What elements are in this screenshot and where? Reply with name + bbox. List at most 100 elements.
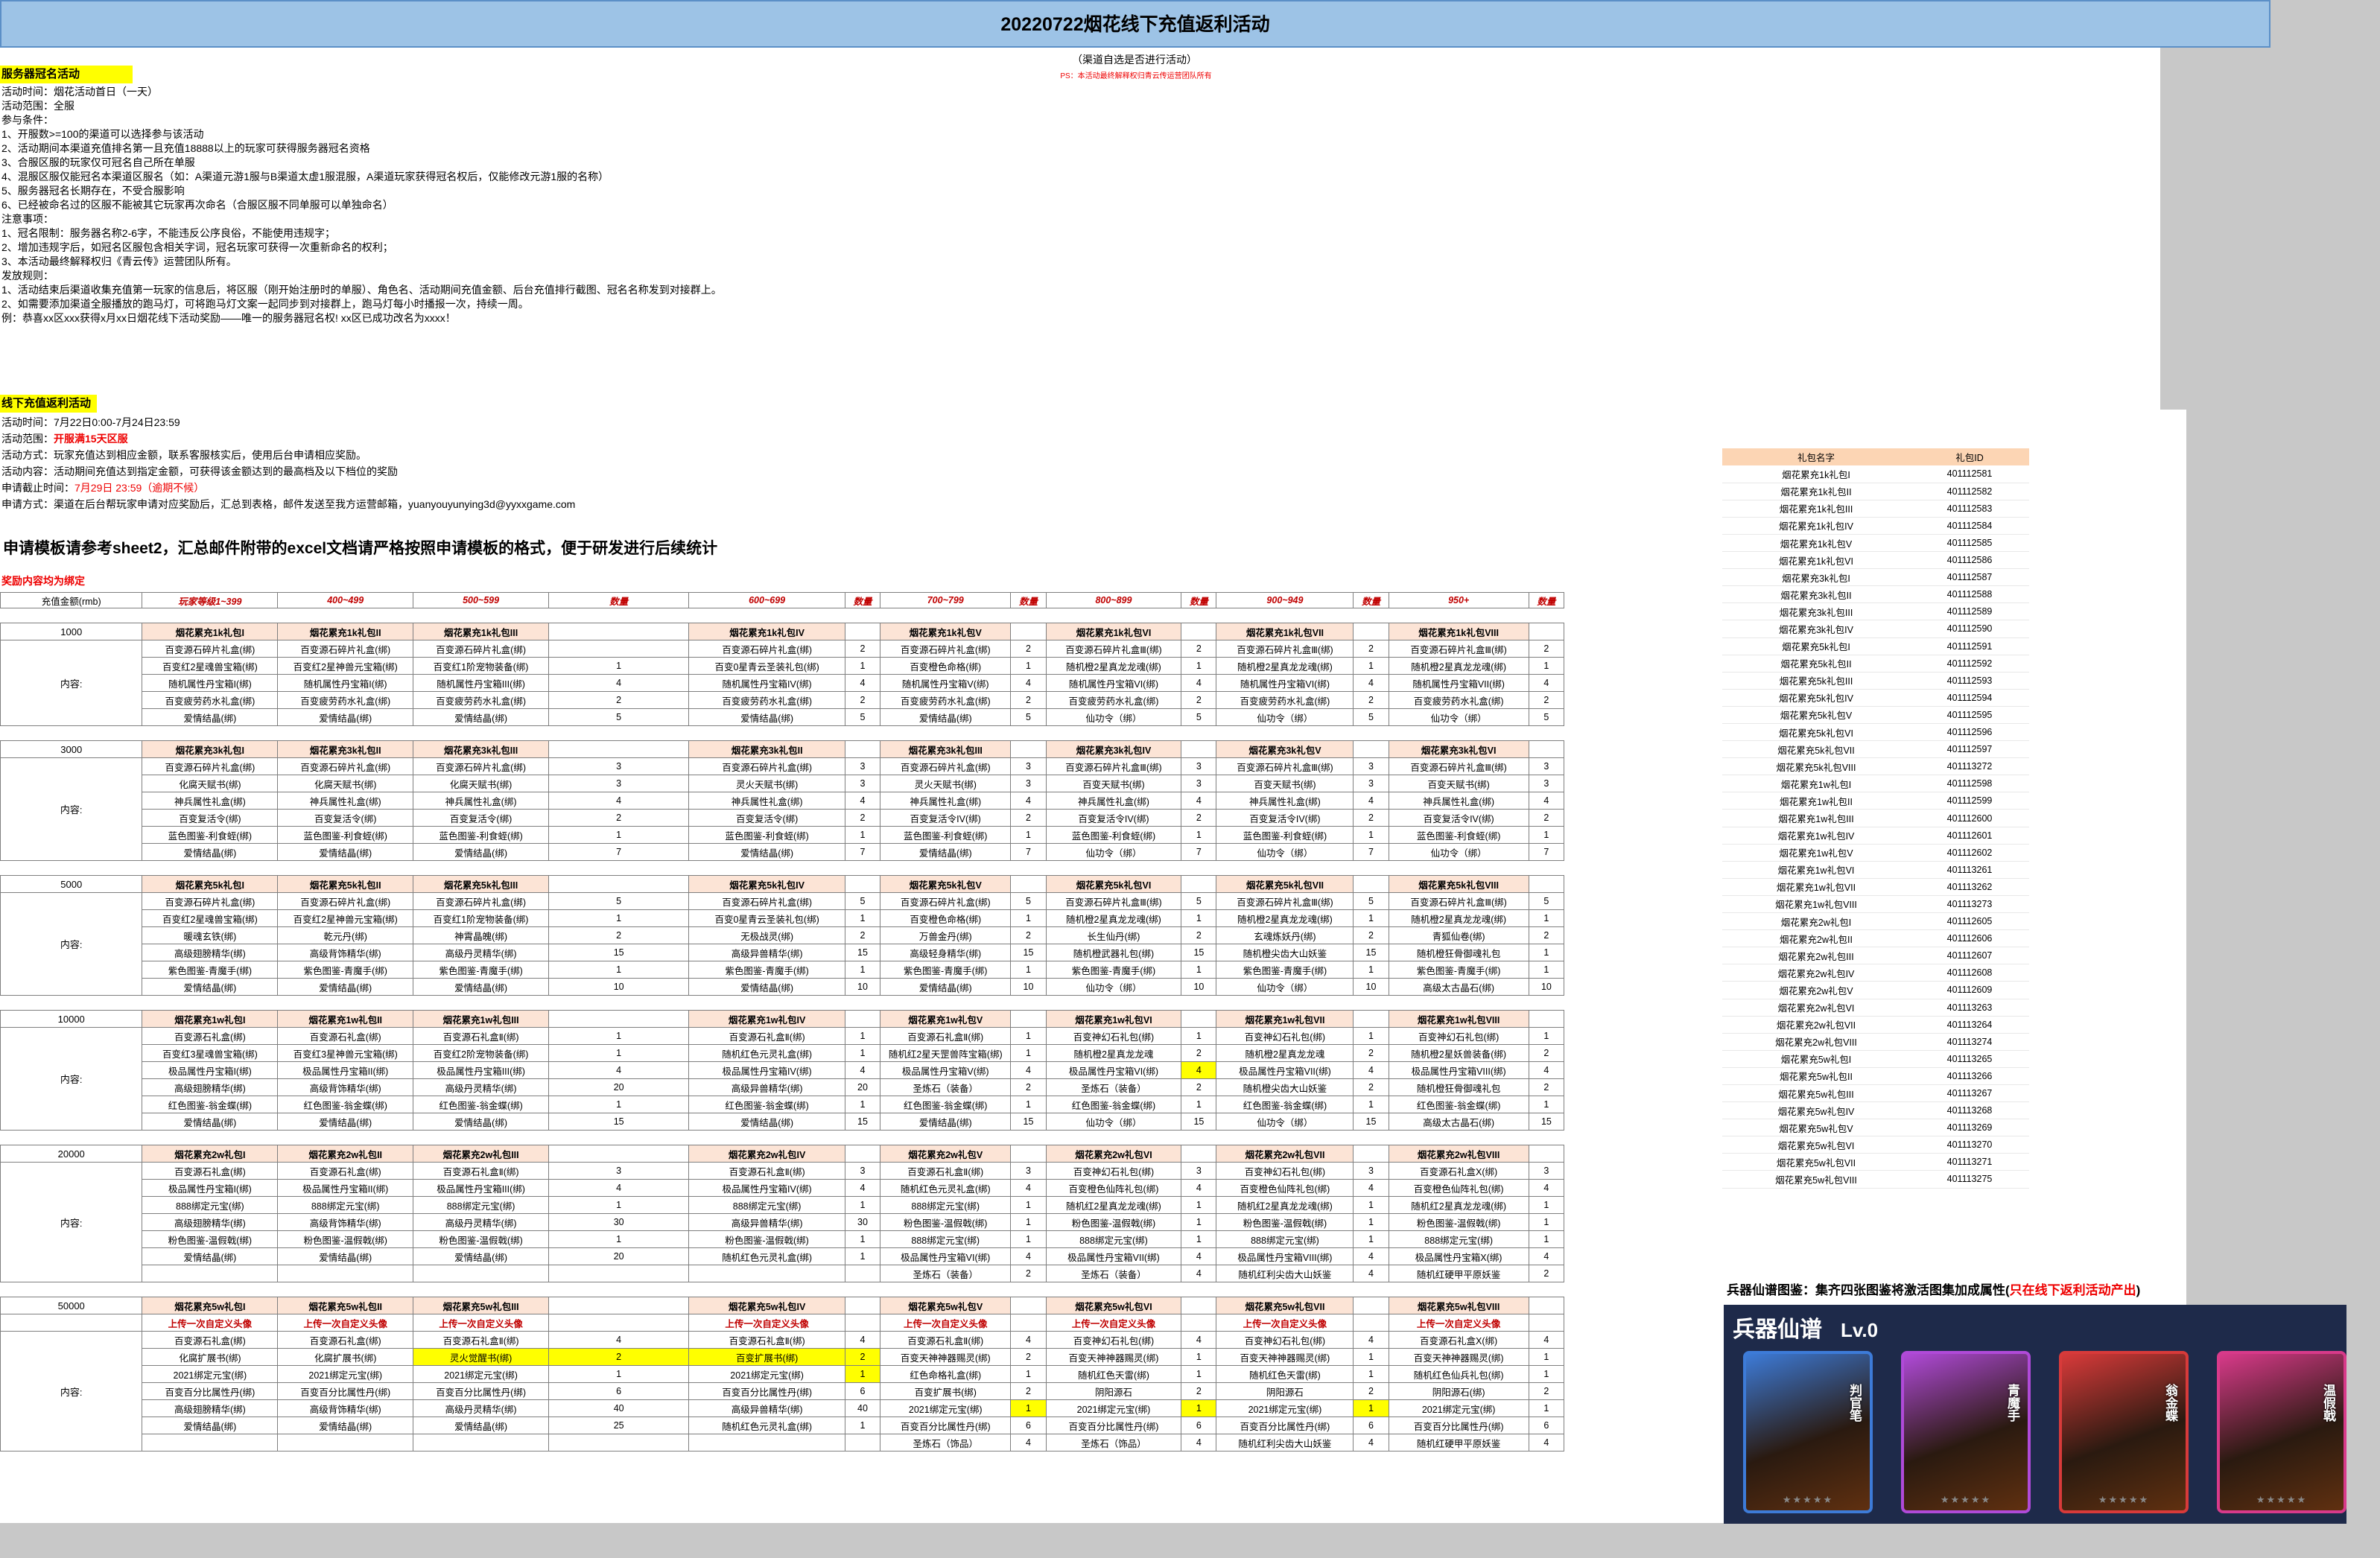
pack-id: 401113266 bbox=[1910, 1067, 2029, 1085]
quantity-cell: 5 bbox=[1181, 708, 1217, 726]
id-row: 烟花累充3k礼包IV 401112590 bbox=[1722, 620, 2029, 638]
quantity-cell: 5 bbox=[1353, 708, 1389, 726]
item-cell: 爱情结晶(绑) bbox=[688, 843, 845, 861]
quantity-cell: 3 bbox=[844, 757, 881, 775]
quantity-cell: 3 bbox=[1181, 757, 1217, 775]
pack-name: 烟花累充2w礼包I bbox=[142, 1145, 279, 1163]
quantity-cell: 1 bbox=[1353, 1096, 1389, 1113]
item-cell: 百变源石礼盒X(绑) bbox=[1388, 1162, 1529, 1180]
pack-id: 401112584 bbox=[1910, 517, 2029, 535]
quantity-cell: 3 bbox=[844, 1162, 881, 1180]
pack-id: 401112597 bbox=[1910, 740, 2029, 759]
quantity-cell: 1 bbox=[1181, 909, 1217, 927]
item-cell: 888绑定元宝(绑) bbox=[1045, 1230, 1182, 1248]
quantity-cell: 40 bbox=[548, 1399, 690, 1417]
pack-name: 烟花累充5k礼包VIII bbox=[1722, 757, 1910, 776]
pack-name: 烟花累充5k礼包III bbox=[413, 875, 549, 893]
item-cell: 爱情结晶(绑) bbox=[142, 1247, 279, 1265]
quantity-cell: 1 bbox=[1353, 1213, 1389, 1231]
reward-row: 高级翅膀精华(绑) 高级背饰精华(绑) 高级丹灵精华(绑) 20 高级异兽精华(绑) 20… bbox=[1, 1078, 1565, 1096]
quantity-cell: 3 bbox=[1181, 1162, 1217, 1180]
empty-cell bbox=[1010, 740, 1047, 758]
armory-card-name: 温假戟 bbox=[2321, 1384, 2335, 1422]
item-cell: 爱情结晶(绑) bbox=[413, 978, 549, 996]
pack-name: 烟花累充1k礼包III bbox=[1722, 500, 1910, 518]
pack-name: 烟花累充5w礼包I bbox=[142, 1297, 279, 1314]
ps-note: PS：本活动最终解释权归青云传运营团队所有 bbox=[1060, 72, 1212, 80]
quantity-cell: 1 bbox=[1181, 1096, 1217, 1113]
empty-cell bbox=[548, 740, 690, 758]
item-cell: 仙功令（绑） bbox=[1388, 708, 1529, 726]
quantity-cell: 1 bbox=[1010, 1230, 1047, 1248]
item-cell: 爱情结晶(绑) bbox=[277, 1113, 414, 1131]
pack-name: 烟花累充2w礼包VIII bbox=[1388, 1145, 1529, 1163]
reward-row: 红色图鉴-翁金蝶(绑) 红色图鉴-翁金蝶(绑) 红色图鉴-翁金蝶(绑) 1 红色图鉴-翁… bbox=[1, 1096, 1565, 1113]
item-cell: 百变源石碎片礼盒(绑) bbox=[880, 640, 1012, 658]
empty-cell bbox=[1528, 1145, 1565, 1163]
item-cell: 百变红2星魂兽宝箱(绑) bbox=[142, 657, 279, 675]
item-cell bbox=[142, 1434, 279, 1452]
item-cell: 随机橙2星妖兽装备(绑) bbox=[1388, 1044, 1529, 1062]
item-cell: 爱情结晶(绑) bbox=[142, 978, 279, 996]
pack-name: 烟花累充1w礼包VI bbox=[1045, 1010, 1182, 1028]
empty-cell bbox=[844, 1010, 881, 1028]
item-cell: 极品属性丹宝箱VIII(绑) bbox=[1388, 1061, 1529, 1079]
item-cell bbox=[688, 1434, 845, 1452]
empty-cell bbox=[548, 623, 690, 640]
naming-rule-line: 2、如需要添加渠道全服播放的跑马灯，可将跑马灯文案一起同步到对接群上，跑马灯每小… bbox=[1, 298, 529, 310]
item-cell: 极品属性丹宝箱V(绑) bbox=[880, 1061, 1012, 1079]
item-cell: 百变天神神器赐灵(绑) bbox=[1388, 1348, 1529, 1366]
quantity-cell: 4 bbox=[1181, 674, 1217, 692]
quantity-cell: 2 bbox=[1528, 1382, 1565, 1400]
item-cell: 爱情结晶(绑) bbox=[277, 1247, 414, 1265]
pack-name: 烟花累充1w礼包VI bbox=[1722, 861, 1910, 879]
quantity-cell: 2 bbox=[1010, 1348, 1047, 1366]
empty-cell bbox=[1528, 740, 1565, 758]
quantity-cell: 2 bbox=[844, 809, 881, 827]
quantity-cell: 4 bbox=[548, 1179, 690, 1197]
item-cell: 粉色图鉴-温假戟(绑) bbox=[688, 1230, 845, 1248]
naming-rule-line: 活动时间：烟花活动首日（一天） bbox=[1, 86, 158, 98]
reward-row: 内容: 百变源石碎片礼盒(绑) 百变源石碎片礼盒(绑) 百变源石碎片礼盒(绑) 百变源石… bbox=[0, 640, 1565, 726]
item-cell: 百变源石碎片礼盒(绑) bbox=[413, 892, 549, 910]
pack-name: 烟花累充5w礼包VII bbox=[1722, 1153, 1910, 1171]
item-cell: 爱情结晶(绑) bbox=[142, 1416, 279, 1434]
item-cell: 红色图鉴-翁金蝶(绑) bbox=[1045, 1096, 1182, 1113]
quantity-cell: 1 bbox=[1181, 961, 1217, 979]
pack-name: 烟花累充3k礼包IV bbox=[1722, 620, 1910, 638]
reward-row: 爱情结晶(绑) 爱情结晶(绑) 爱情结晶(绑) 5 爱情结晶(绑) 5 爱情结晶(绑) 5 仙功… bbox=[1, 708, 1565, 726]
pack-name: 烟花累充5k礼包IV bbox=[688, 875, 845, 893]
pack-name: 烟花累充5w礼包VII bbox=[1216, 1297, 1354, 1314]
quantity-cell: 1 bbox=[844, 826, 881, 844]
item-cell: 百变天神神器赐灵(绑) bbox=[1045, 1348, 1182, 1366]
item-cell: 百变神幻石礼包(绑) bbox=[1045, 1331, 1182, 1349]
quantity-cell: 5 bbox=[1353, 892, 1389, 910]
item-cell: 爱情结晶(绑) bbox=[277, 843, 414, 861]
quantity-cell: 3 bbox=[548, 757, 690, 775]
item-cell: 仙功令（绑） bbox=[1045, 843, 1182, 861]
quantity-cell: 2 bbox=[1528, 640, 1565, 658]
id-row: 烟花累充2w礼包II 401112606 bbox=[1722, 929, 2029, 948]
pack-id: 401112601 bbox=[1910, 827, 2029, 845]
empty-cell bbox=[1181, 1145, 1217, 1163]
pack-name: 烟花累充5k礼包VI bbox=[1045, 875, 1182, 893]
item-cell bbox=[688, 1265, 845, 1282]
quantity-cell: 3 bbox=[1010, 757, 1047, 775]
quantity-cell: 1 bbox=[1353, 826, 1389, 844]
empty-cell bbox=[1010, 875, 1047, 893]
reward-row: 高级翅膀精华(绑) 高级背饰精华(绑) 高级丹灵精华(绑) 30 高级异兽精华(绑) 30… bbox=[1, 1213, 1565, 1231]
quantity-cell: 4 bbox=[1010, 674, 1047, 692]
item-cell: 百变疲劳药水礼盒(绑) bbox=[1045, 691, 1182, 709]
pack-name: 烟花累充1w礼包VII bbox=[1216, 1010, 1354, 1028]
quantity-cell: 6 bbox=[1528, 1416, 1565, 1434]
quantity-cell: 1 bbox=[844, 1096, 881, 1113]
item-cell: 仙功令（绑） bbox=[1216, 708, 1354, 726]
pack-id: 401113271 bbox=[1910, 1153, 2029, 1171]
armory-header: 兵器仙谱 Lv.0 bbox=[1733, 1317, 1879, 1342]
item-cell: 百变红2星神兽元宝箱(绑) bbox=[277, 909, 414, 927]
empty-cell bbox=[1010, 1010, 1047, 1028]
item-cell bbox=[277, 1265, 414, 1282]
item-cell: 百变百分比属性丹(绑) bbox=[1216, 1416, 1354, 1434]
item-cell: 高级丹灵精华(绑) bbox=[413, 1399, 549, 1417]
quantity-cell: 1 bbox=[1353, 1348, 1389, 1366]
